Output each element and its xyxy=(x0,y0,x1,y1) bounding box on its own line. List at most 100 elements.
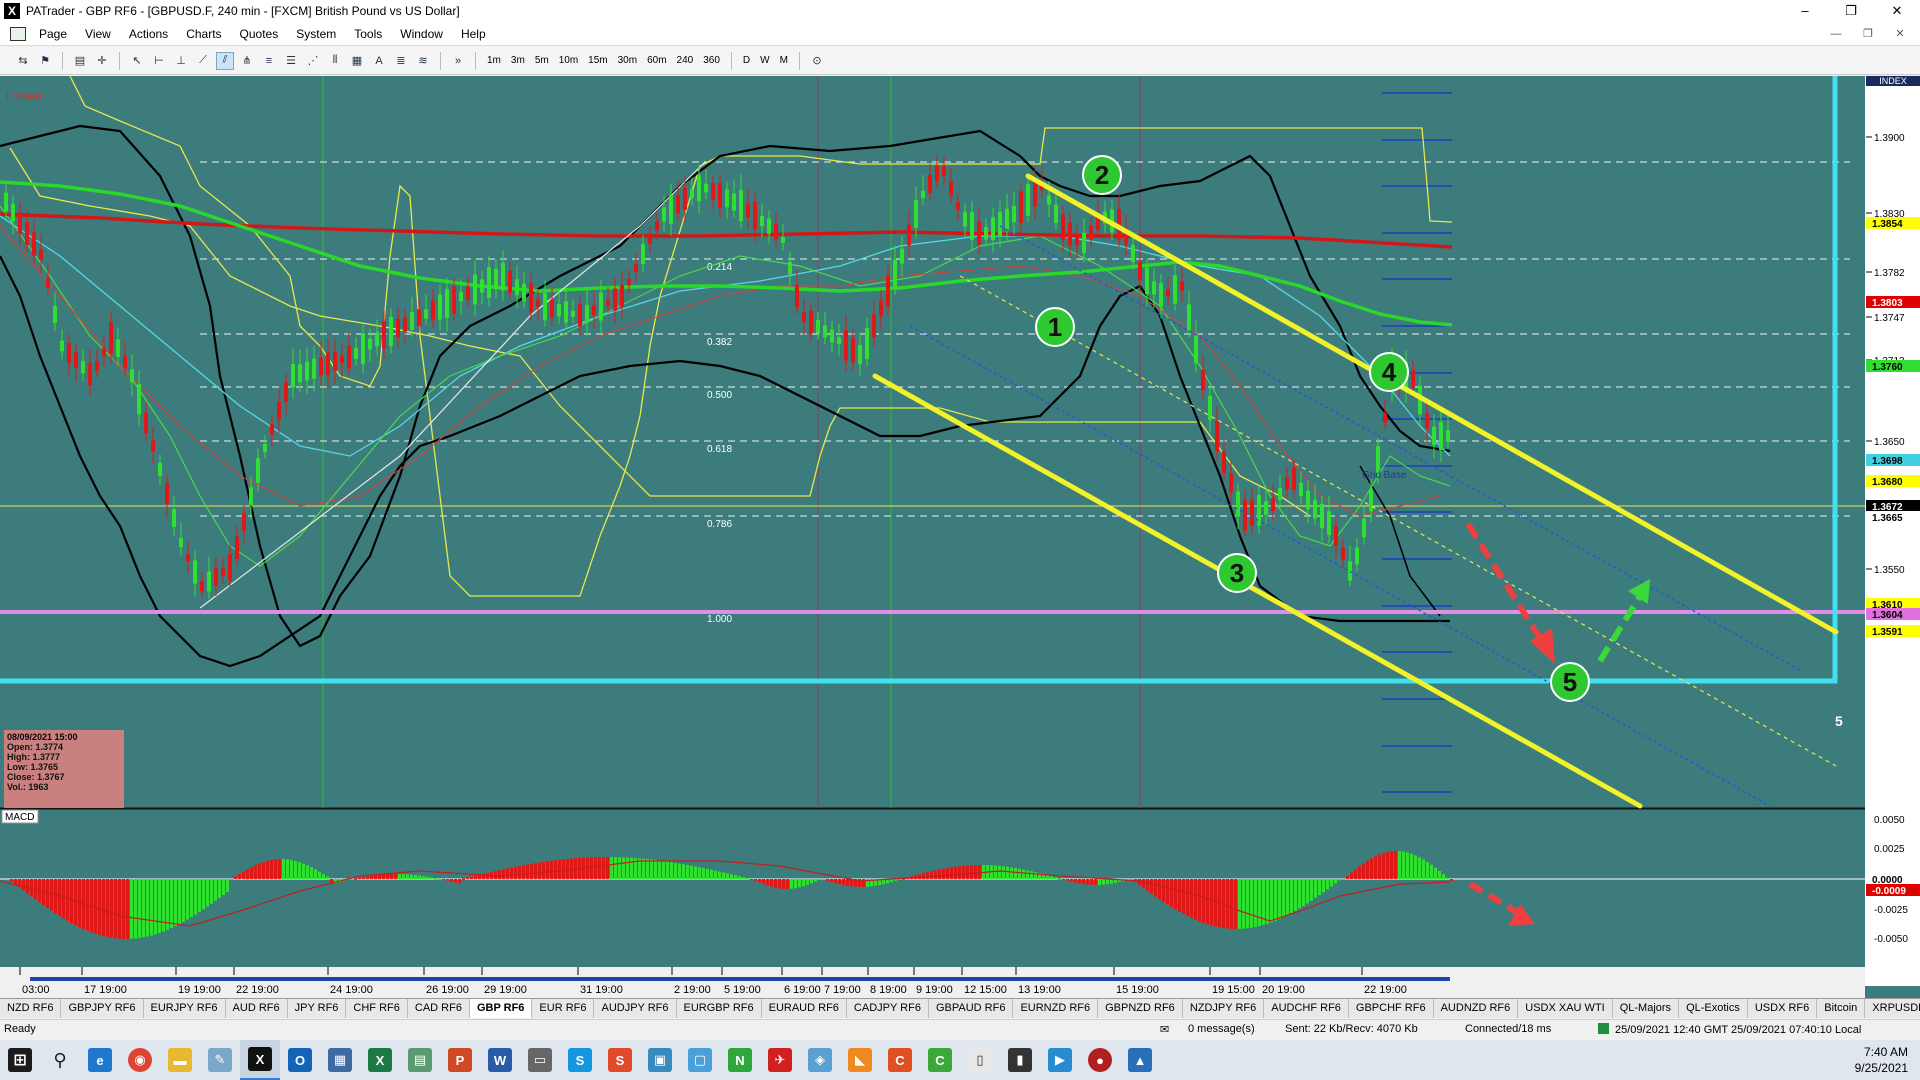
chart-tab-eur-rf6[interactable]: EUR RF6 xyxy=(532,999,595,1018)
period-monthly[interactable]: M xyxy=(775,52,793,70)
elliott-wave-icon[interactable]: ≋ xyxy=(414,52,432,70)
chart-type-icon[interactable]: ▤ xyxy=(71,52,89,70)
network-app-icon[interactable]: ◈ xyxy=(800,1040,840,1080)
chart-tab-audnzd-rf6[interactable]: AUDNZD RF6 xyxy=(1434,999,1519,1018)
menu-quotes[interactable]: Quotes xyxy=(231,22,288,46)
chart-tab-eurjpy-rf6[interactable]: EURJPY RF6 xyxy=(144,999,226,1018)
calculator-icon[interactable]: ▦ xyxy=(320,1040,360,1080)
chart-tab-jpy-rf6[interactable]: JPY RF6 xyxy=(288,999,347,1018)
fibonacci-icon[interactable]: ≡ xyxy=(260,52,278,70)
chart-app-icon[interactable]: ▤ xyxy=(400,1040,440,1080)
minimize-button[interactable]: – xyxy=(1782,0,1828,22)
chart-tab-chf-rf6[interactable]: CHF RF6 xyxy=(346,999,408,1018)
snagit-icon[interactable]: S xyxy=(600,1040,640,1080)
timeframe-10m[interactable]: 10m xyxy=(554,52,583,70)
settings-clock-icon[interactable]: ⊙ xyxy=(808,52,826,70)
period-weekly[interactable]: W xyxy=(755,52,774,70)
menu-system[interactable]: System xyxy=(287,22,345,46)
menu-help[interactable]: Help xyxy=(452,22,495,46)
chart-tab-gbpchf-rf6[interactable]: GBPCHF RF6 xyxy=(1349,999,1434,1018)
text-tool-icon[interactable]: A xyxy=(370,52,388,70)
camtasia-icon[interactable]: C xyxy=(880,1040,920,1080)
edge-icon[interactable]: e xyxy=(80,1040,120,1080)
horizontal-line-icon[interactable]: ⊢ xyxy=(150,52,168,70)
monitor-app-icon[interactable]: ▭ xyxy=(520,1040,560,1080)
bird-app-icon[interactable]: ✈ xyxy=(760,1040,800,1080)
pointer-icon[interactable]: ↖ xyxy=(128,52,146,70)
timeframe-60m[interactable]: 60m xyxy=(642,52,671,70)
time-zones-icon[interactable]: ⦀ xyxy=(326,52,344,70)
maximize-button[interactable]: ❐ xyxy=(1828,0,1874,22)
screen-icon[interactable]: ▢ xyxy=(680,1040,720,1080)
chart-tab-gbpjpy-rf6[interactable]: GBPJPY RF6 xyxy=(61,999,144,1018)
trend-line-icon[interactable]: ⟋ xyxy=(194,52,212,70)
chart-tab-nzd-rf6[interactable]: NZD RF6 xyxy=(0,999,62,1018)
taskbar-clock[interactable]: 7:40 AM 9/25/2021 xyxy=(1855,1044,1908,1076)
green-app-icon[interactable]: N xyxy=(720,1040,760,1080)
chart-tab-aud-rf6[interactable]: AUD RF6 xyxy=(226,999,288,1018)
channel-tool-icon[interactable]: ⫽ xyxy=(216,51,234,70)
page-icon[interactable] xyxy=(10,26,26,41)
outlook-icon[interactable]: O xyxy=(280,1040,320,1080)
chart-tab-audchf-rf6[interactable]: AUDCHF RF6 xyxy=(1264,999,1349,1018)
timeframe-240[interactable]: 240 xyxy=(672,52,699,70)
pitchfork-icon[interactable]: ⋔ xyxy=(238,52,256,70)
alert-icon[interactable]: ⚑ xyxy=(36,52,54,70)
chart-tab-gbpaud-rf6[interactable]: GBPAUD RF6 xyxy=(929,999,1014,1018)
fan-icon[interactable]: ⋰ xyxy=(304,52,322,70)
chart-tab-gbpnzd-rf6[interactable]: GBPNZD RF6 xyxy=(1098,999,1183,1018)
cursor-sync-icon[interactable]: ⇆ xyxy=(14,52,32,70)
chart-tab-eurgbp-rf6[interactable]: EURGBP RF6 xyxy=(677,999,762,1018)
chart-tab-cad-rf6[interactable]: CAD RF6 xyxy=(408,999,470,1018)
media-app-icon[interactable]: ▶ xyxy=(1040,1040,1080,1080)
menu-view[interactable]: View xyxy=(76,22,120,46)
chart-tab-usdx-xau-wti[interactable]: USDX XAU WTI xyxy=(1518,999,1613,1018)
chart-tab-cadjpy-rf6[interactable]: CADJPY RF6 xyxy=(847,999,929,1018)
chart-area[interactable]: 0.214 0.382 0.500 0.618 0.786 1.000 1 2 … xyxy=(0,76,1920,998)
price-pane[interactable] xyxy=(0,76,1865,808)
menu-page[interactable]: Page xyxy=(30,22,76,46)
camstudio-icon[interactable]: C xyxy=(920,1040,960,1080)
price-chart[interactable]: 0.214 0.382 0.500 0.618 0.786 1.000 1 2 … xyxy=(0,76,1920,998)
chart-tab-audjpy-rf6[interactable]: AUDJPY RF6 xyxy=(594,999,677,1018)
word-icon[interactable]: W xyxy=(480,1040,520,1080)
menu-window[interactable]: Window xyxy=(391,22,452,46)
chart-tab-ql-exotics[interactable]: QL-Exotics xyxy=(1679,999,1748,1018)
menu-tools[interactable]: Tools xyxy=(345,22,391,46)
powerpoint-icon[interactable]: P xyxy=(440,1040,480,1080)
mdi-close-button[interactable]: ✕ xyxy=(1884,22,1916,46)
macd-pane[interactable] xyxy=(0,809,1865,967)
timeframe-30m[interactable]: 30m xyxy=(613,52,642,70)
excel-icon[interactable]: X xyxy=(360,1040,400,1080)
chart-tab-nzdjpy-rf6[interactable]: NZDJPY RF6 xyxy=(1183,999,1265,1018)
timeframe-3m[interactable]: 3m xyxy=(506,52,530,70)
fib-retrace-icon[interactable]: ≣ xyxy=(392,52,410,70)
mdi-minimize-button[interactable]: — xyxy=(1820,22,1852,46)
notepad-icon[interactable]: ▯ xyxy=(960,1040,1000,1080)
patrader-taskbar-icon[interactable]: X xyxy=(240,1040,280,1080)
vertical-line-icon[interactable]: ⊥ xyxy=(172,52,190,70)
more-tools-icon[interactable]: » xyxy=(449,52,467,70)
crosshair-icon[interactable]: ✛ xyxy=(93,52,111,70)
fib-extension-icon[interactable]: ☰ xyxy=(282,52,300,70)
mdi-restore-button[interactable]: ❐ xyxy=(1852,22,1884,46)
chart-tab-eurnzd-rf6[interactable]: EURNZD RF6 xyxy=(1013,999,1099,1018)
chrome-icon[interactable]: ◉ xyxy=(120,1040,160,1080)
timeframe-5m[interactable]: 5m xyxy=(530,52,554,70)
close-button[interactable]: ✕ xyxy=(1874,0,1920,22)
menu-charts[interactable]: Charts xyxy=(177,22,230,46)
photos-icon[interactable]: ▲ xyxy=(1120,1040,1160,1080)
period-daily[interactable]: D xyxy=(738,52,755,70)
chart-tab-bitcoin[interactable]: Bitcoin xyxy=(1817,999,1866,1018)
menu-actions[interactable]: Actions xyxy=(120,22,177,46)
timeframe-360[interactable]: 360 xyxy=(698,52,725,70)
skype-icon[interactable]: S xyxy=(560,1040,600,1080)
video-editor-icon[interactable]: ▮ xyxy=(1000,1040,1040,1080)
chart-tab-ql-majors[interactable]: QL-Majors xyxy=(1613,999,1680,1018)
grid-icon[interactable]: ▦ xyxy=(348,52,366,70)
chart-tab-usdx-rf6[interactable]: USDX RF6 xyxy=(1748,999,1818,1018)
file-explorer-icon[interactable]: ▬ xyxy=(160,1040,200,1080)
pen-icon[interactable]: ✎ xyxy=(200,1040,240,1080)
remote-desktop-icon[interactable]: ▣ xyxy=(640,1040,680,1080)
orange-app-icon[interactable]: ◣ xyxy=(840,1040,880,1080)
